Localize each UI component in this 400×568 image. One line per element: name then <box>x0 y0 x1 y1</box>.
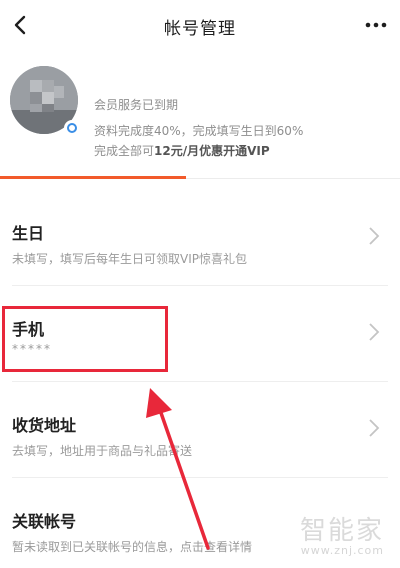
navigation-bar: 帐号管理 <box>0 0 400 52</box>
row-subtitle: 未填写，填写后每年生日可领取VIP惊喜礼包 <box>12 252 247 266</box>
row-title: 生日 <box>12 224 45 243</box>
watermark: 智能家 www.znj.com <box>272 510 392 558</box>
watermark-logo: 智能家 <box>299 516 384 546</box>
page-title: 帐号管理 <box>164 19 236 39</box>
row-title: 收货地址 <box>12 416 77 435</box>
chevron-right-icon <box>369 419 380 437</box>
shipping-address-row[interactable]: 收货地址 去填写，地址用于商品与礼品寄送 <box>0 382 400 478</box>
membership-status: 会员服务已到期 <box>94 98 179 112</box>
chevron-right-icon <box>369 323 380 341</box>
row-subtitle: 暂未读取到已关联帐号的信息，点击查看详情 <box>12 540 253 554</box>
vip-offer-prefix: 完成全部可 <box>94 144 155 158</box>
birthday-row[interactable]: 生日 未填写，填写后每年生日可领取VIP惊喜礼包 <box>0 190 400 286</box>
chevron-right-icon <box>369 227 380 245</box>
watermark-url: www.znj.com <box>300 544 384 557</box>
annotation-highlight-box <box>2 306 168 372</box>
profile-summary: 会员服务已到期 资料完成度40%，完成填写生日到60% 完成全部可12元/月优惠… <box>0 52 400 170</box>
row-subtitle: 去填写，地址用于商品与礼品寄送 <box>12 444 193 458</box>
vip-offer-highlight: 12元/月优惠开通VIP <box>154 144 270 158</box>
vip-badge-icon <box>64 120 80 136</box>
vip-offer[interactable]: 完成全部可12元/月优惠开通VIP <box>94 142 270 159</box>
profile-completion: 资料完成度40%，完成填写生日到60% <box>94 124 304 138</box>
row-title: 关联帐号 <box>12 512 77 531</box>
progress-bar <box>0 176 186 179</box>
more-icon[interactable] <box>362 16 390 34</box>
